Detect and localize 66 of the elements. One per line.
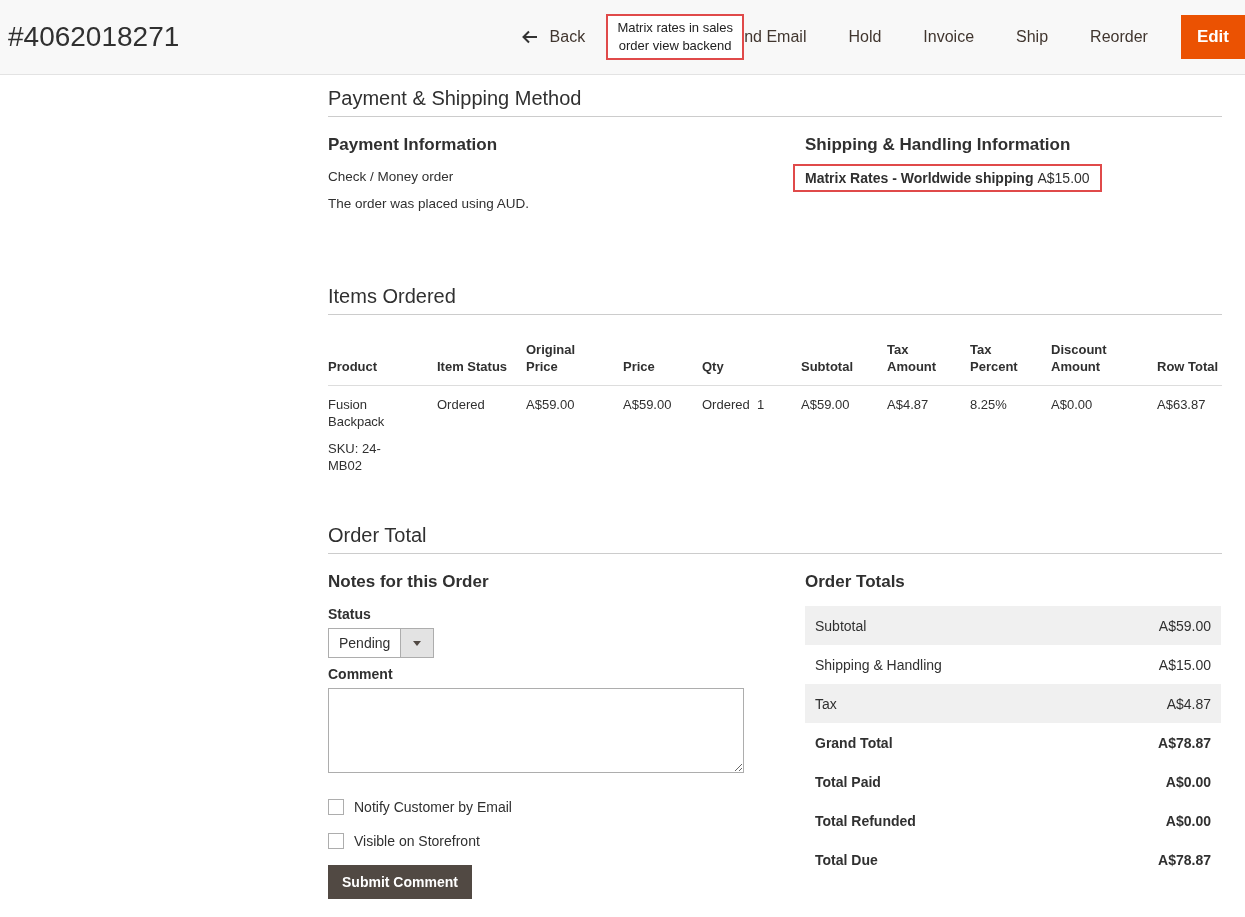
subsection-title: Order Totals — [805, 572, 906, 592]
table-cell-text: A$59.00 — [623, 396, 673, 414]
annotation-callout: Matrix rates in sales order view backend — [606, 14, 745, 60]
table-cell-text: A$0.00 — [1051, 396, 1094, 414]
currency-note: The order was placed using AUD. — [328, 196, 531, 211]
section-heading: Order Total — [328, 524, 1222, 554]
column-header: Original Price — [526, 341, 577, 375]
total-label: Total Refunded — [815, 812, 916, 829]
submit-comment-button[interactable]: Submit Comment — [328, 865, 472, 899]
total-value: A$4.87 — [1166, 695, 1211, 712]
order-number: #4062018271 — [8, 21, 180, 53]
section-heading: Payment & Shipping Method — [328, 87, 1222, 117]
comment-field[interactable] — [328, 688, 744, 773]
column-header: Tax Percent — [970, 341, 1019, 375]
column-header: Discount Amount — [1051, 341, 1108, 375]
total-value: A$78.87 — [1158, 851, 1211, 868]
status-select[interactable]: Pending — [328, 628, 435, 658]
column-header: Row Total — [1157, 358, 1220, 375]
total-label: Total Paid — [815, 773, 881, 790]
total-label: Subtotal — [815, 617, 867, 634]
column-header: Price — [623, 358, 656, 375]
table-cell-text: 8.25% — [970, 396, 1008, 414]
total-label: Tax — [815, 695, 837, 712]
table-cell-text: A$59.00 — [526, 396, 576, 414]
table-cell-text: Fusion Backpack — [328, 396, 386, 430]
table-cell-text: A$4.87 — [887, 396, 930, 414]
table-cell-text: A$59.00 — [801, 396, 851, 414]
back-arrow-icon — [521, 30, 538, 44]
subsection-title: Payment Information — [328, 135, 499, 155]
table-cell-text: A$63.87 — [1157, 396, 1207, 414]
total-label: Shipping & Handling — [815, 656, 942, 673]
back-button[interactable]: Back — [500, 18, 607, 56]
product-sku: SKU: 24-MB02 — [328, 440, 382, 474]
subsection-title: Notes for this Order — [328, 572, 490, 592]
column-header: Subtotal — [801, 358, 854, 375]
column-header: Tax Amount — [887, 341, 938, 375]
subsection-title: Shipping & Handling Information — [805, 135, 1072, 155]
total-value: A$78.87 — [1158, 734, 1211, 751]
toolbar-button[interactable]: Reorder — [1069, 18, 1169, 56]
checkbox-label: Notify Customer by Email — [354, 799, 512, 815]
field-label: Comment — [328, 666, 394, 682]
section-heading: Items Ordered — [328, 285, 1222, 315]
checkbox[interactable] — [328, 833, 344, 849]
column-header: Item Status — [437, 358, 509, 375]
total-value: A$0.00 — [1165, 812, 1211, 829]
caret-icon — [413, 640, 422, 646]
toolbar-button[interactable]: Ship — [995, 18, 1070, 56]
total-value: A$15.00 — [1158, 656, 1211, 673]
checkbox-label: Visible on Storefront — [354, 833, 480, 849]
toolbar-button[interactable]: nd Email — [744, 18, 828, 56]
edit-button[interactable]: Edit — [1180, 15, 1245, 59]
field-label: Status — [328, 606, 372, 622]
toolbar-button[interactable]: Invoice — [902, 18, 996, 56]
table-cell-text: Ordered — [437, 396, 486, 414]
payment-method: Check / Money order — [328, 169, 455, 184]
table-cell-text: Ordered 1 — [702, 396, 766, 414]
shipping-price: A$15.00 — [1037, 170, 1090, 186]
total-value: A$59.00 — [1158, 617, 1211, 634]
column-header: Qty — [702, 358, 725, 375]
total-label: Grand Total — [815, 734, 893, 751]
toolbar-button[interactable]: Hold — [827, 18, 903, 56]
total-label: Total Due — [815, 851, 878, 868]
total-value: A$0.00 — [1165, 773, 1211, 790]
column-header: Product — [328, 358, 379, 375]
checkbox[interactable] — [328, 799, 344, 815]
shipping-method: Matrix Rates - Worldwide shipping — [805, 170, 1034, 186]
